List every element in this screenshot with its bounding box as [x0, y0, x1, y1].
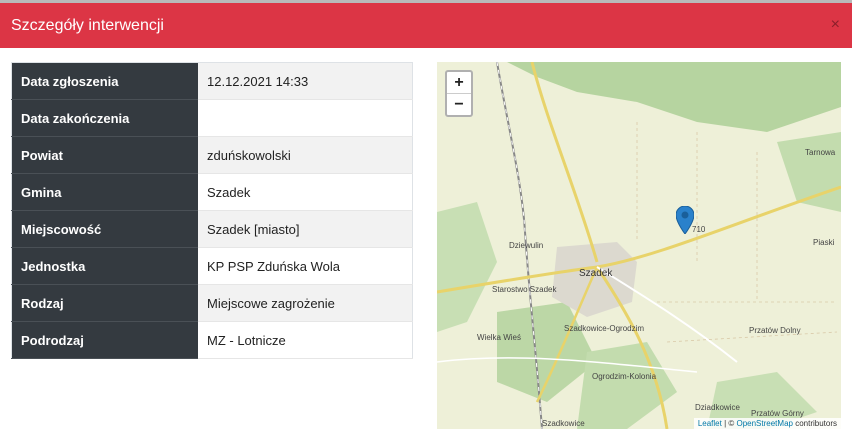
detail-value: 12.12.2021 14:33 [198, 62, 413, 100]
zoom-control: + − [445, 70, 473, 117]
detail-label: Rodzaj [11, 284, 198, 322]
detail-value [198, 99, 413, 137]
place-szadkowice: Szadkowice [542, 419, 585, 428]
map-attribution: Leaflet | © OpenStreetMap contributors [693, 418, 841, 429]
modal-header: Szczegóły interwencji × [0, 0, 852, 48]
place-dziewulin: Dziewulin [509, 241, 544, 250]
details-row: Data zgłoszenia 12.12.2021 14:33 [11, 62, 413, 100]
osm-link[interactable]: OpenStreetMap [736, 419, 792, 428]
leaflet-link[interactable]: Leaflet [698, 419, 722, 428]
detail-value: MZ - Lotnicze [198, 321, 413, 359]
details-row: Gmina Szadek [11, 173, 413, 211]
detail-value: Szadek [miasto] [198, 210, 413, 248]
close-button[interactable]: × [831, 16, 840, 34]
details-row: Miejscowość Szadek [miasto] [11, 210, 413, 248]
detail-value: KP PSP Zduńska Wola [198, 247, 413, 285]
zoom-out-button[interactable]: − [447, 93, 471, 115]
zoom-in-button[interactable]: + [447, 72, 471, 93]
detail-label: Miejscowość [11, 210, 198, 248]
place-dziadkowice: Dziadkowice [695, 403, 740, 412]
detail-value: Miejscowe zagrożenie [198, 284, 413, 322]
details-row: Powiat zduńskowolski [11, 136, 413, 174]
detail-label: Podrodzaj [11, 321, 198, 359]
attribution-separator: | © [721, 419, 737, 428]
detail-label: Data zgłoszenia [11, 62, 198, 100]
place-wielka-wies: Wielka Wieś [477, 333, 522, 342]
modal-title: Szczegóły interwencji [11, 17, 164, 34]
details-row: Data zakończenia [11, 99, 413, 137]
detail-label: Powiat [11, 136, 198, 174]
intervention-details-modal: Szczegóły interwencji × Data zgłoszenia 1… [0, 0, 852, 439]
details-table: Data zgłoszenia 12.12.2021 14:33 Data zako… [11, 62, 413, 359]
details-row: Rodzaj Miejscowe zagrożenie [11, 284, 413, 322]
details-row: Podrodzaj MZ - Lotnicze [11, 321, 413, 359]
place-przatow-gorny: Przatów Górny [751, 409, 804, 418]
place-szadkowice-ogrodzim: Szadkowice-Ogrodzim [564, 324, 645, 333]
place-ogrodzim-kolonia: Ogrodzim-Kolonia [592, 372, 657, 381]
detail-label: Data zakończenia [11, 99, 198, 137]
detail-value: Szadek [198, 173, 413, 211]
detail-label: Gmina [11, 173, 198, 211]
place-starostwo-szadek: Starostwo Szadek [492, 285, 557, 294]
place-przatow-dolny: Przatów Dolny [749, 326, 801, 335]
map-view[interactable]: Tarnowa Piaski Dziewulin Szadek Starostw… [437, 62, 841, 429]
road-710-label: 710 [692, 225, 706, 234]
place-piaski: Piaski [813, 238, 835, 247]
details-row: Jednostka KP PSP Zduńska Wola [11, 247, 413, 285]
place-szadek: Szadek [579, 268, 613, 279]
attribution-contributors: contributors [792, 419, 837, 428]
detail-value: zduńskowolski [198, 136, 413, 174]
place-tarnowa: Tarnowa [805, 148, 836, 157]
detail-label: Jednostka [11, 247, 198, 285]
